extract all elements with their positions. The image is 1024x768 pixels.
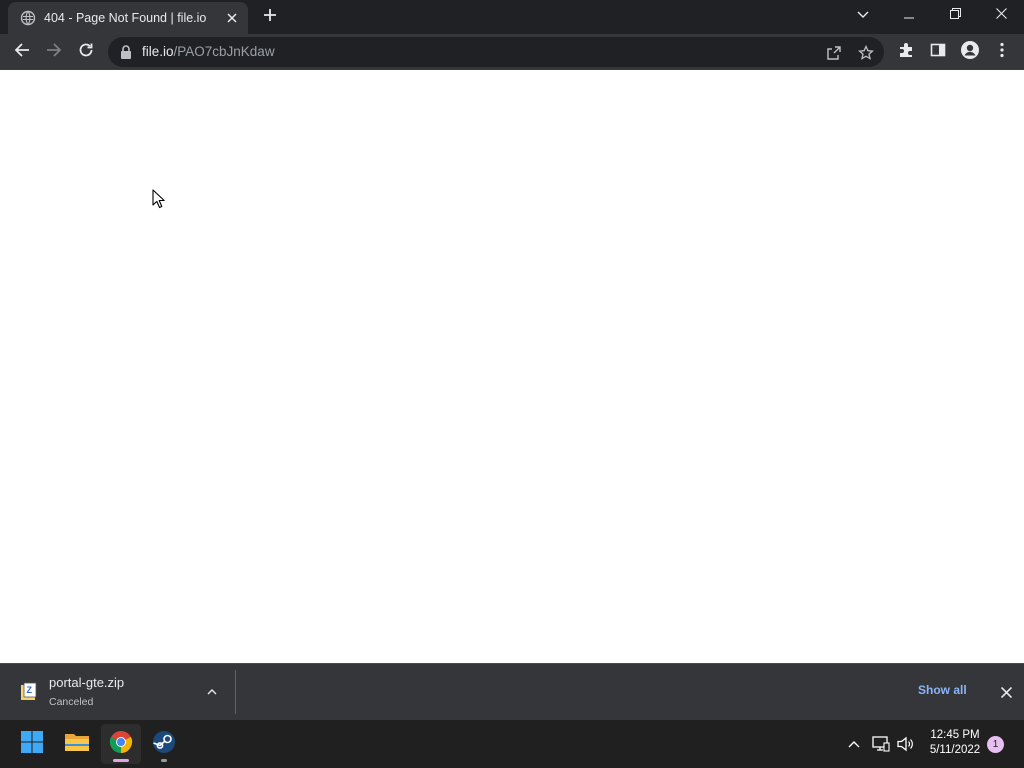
running-app-indicator (161, 759, 167, 762)
side-panel-button[interactable] (922, 36, 954, 68)
file-explorer-button[interactable] (57, 724, 97, 764)
clock-time: 12:45 PM (930, 729, 980, 741)
zip-file-icon: Z (20, 682, 38, 702)
chevron-down-icon (857, 6, 869, 24)
browser-toolbar: file.io/PAO7cbJnKdaw (0, 34, 1024, 70)
profile-icon (960, 40, 980, 65)
star-icon[interactable] (855, 42, 877, 64)
restore-icon (949, 6, 961, 24)
chrome-icon (109, 730, 133, 759)
network-icon[interactable] (871, 734, 891, 754)
back-button[interactable] (6, 36, 38, 68)
back-icon (14, 42, 30, 63)
page-content[interactable] (0, 70, 1024, 663)
chevron-up-icon[interactable] (204, 684, 220, 700)
browser-titlebar: 404 - Page Not Found | file.io (0, 0, 1024, 34)
download-status: Canceled (49, 696, 94, 708)
start-button[interactable] (12, 724, 52, 764)
windows-start-icon (20, 730, 44, 759)
address-bar[interactable]: file.io/PAO7cbJnKdaw (108, 37, 884, 67)
reload-icon (78, 42, 94, 63)
forward-button[interactable] (38, 36, 70, 68)
profile-button[interactable] (954, 36, 986, 68)
extensions-icon (898, 42, 914, 63)
reload-button[interactable] (70, 36, 102, 68)
extensions-button[interactable] (890, 36, 922, 68)
svg-text:Z: Z (27, 685, 33, 695)
tab-search-button[interactable] (850, 4, 876, 26)
window-close-button[interactable] (978, 0, 1024, 30)
chrome-taskbar-button[interactable] (101, 724, 141, 764)
forward-icon (46, 42, 62, 63)
close-icon (995, 6, 1007, 24)
browser-tab-active[interactable]: 404 - Page Not Found | file.io (8, 2, 248, 34)
show-hidden-icons-chevron-icon[interactable] (844, 734, 864, 754)
show-all-downloads-link[interactable]: Show all (918, 683, 967, 697)
globe-icon (20, 10, 36, 26)
notification-badge[interactable]: 1 (987, 736, 1004, 753)
share-icon[interactable] (823, 42, 845, 64)
mouse-cursor-icon (152, 189, 166, 209)
file-explorer-icon (64, 731, 90, 758)
download-file-name: portal-gte.zip (49, 675, 125, 690)
windows-taskbar: 12:45 PM 5/11/2022 (0, 720, 1024, 768)
steam-taskbar-button[interactable] (144, 724, 184, 764)
tab-title: 404 - Page Not Found | file.io (44, 11, 207, 25)
menu-icon (1000, 42, 1004, 63)
download-item[interactable]: Z portal-gte.zip Canceled (8, 670, 236, 714)
volume-icon[interactable] (896, 734, 916, 754)
url-path: /PAO7cbJnKdaw (173, 44, 275, 59)
minimize-icon (904, 6, 914, 24)
steam-icon (152, 730, 176, 759)
close-download-shelf-icon[interactable] (996, 682, 1016, 702)
new-tab-button[interactable] (258, 5, 282, 29)
tab-close-icon[interactable] (224, 10, 240, 26)
url-host: file.io (142, 44, 174, 59)
lock-icon[interactable] (120, 45, 132, 59)
menu-button[interactable] (986, 36, 1018, 68)
window-minimize-button[interactable] (886, 0, 932, 30)
window-restore-button[interactable] (932, 0, 978, 30)
system-clock[interactable]: 12:45 PM 5/11/2022 (920, 728, 990, 758)
address-url[interactable]: file.io/PAO7cbJnKdaw (142, 44, 275, 59)
download-shelf: Z portal-gte.zip Canceled Show all (0, 663, 1024, 720)
plus-icon (263, 8, 277, 27)
active-app-indicator (113, 759, 129, 762)
clock-date: 5/11/2022 (929, 744, 981, 756)
side-panel-icon (930, 42, 946, 63)
